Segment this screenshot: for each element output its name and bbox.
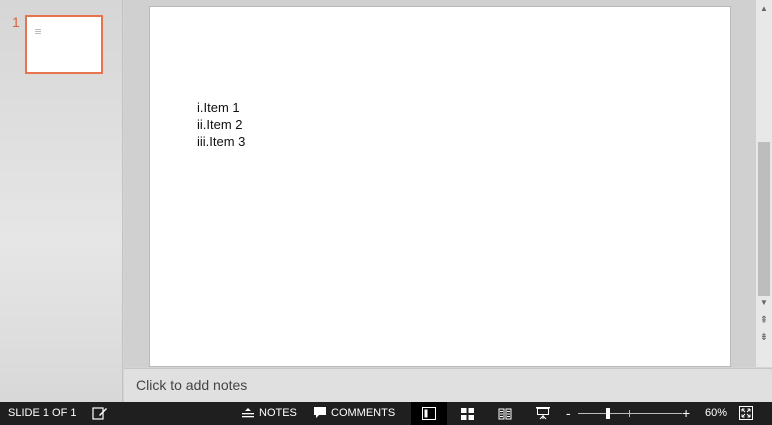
slide-editing-area: i.Item 1 ii.Item 2 iii.Item 3 — [124, 0, 772, 367]
zoom-in-button[interactable]: + — [682, 405, 690, 421]
notes-button[interactable]: NOTES — [242, 407, 297, 419]
comment-bubble-icon — [314, 407, 326, 418]
notes-placeholder[interactable]: Click to add notes — [136, 377, 247, 393]
slide-canvas[interactable]: i.Item 1 ii.Item 2 iii.Item 3 — [149, 6, 731, 367]
notes-pencil-icon[interactable] — [92, 405, 108, 421]
notes-icon — [242, 407, 254, 417]
slide-thumbnail-pane: 1 — [0, 0, 123, 402]
zoom-out-button[interactable]: - — [566, 405, 571, 421]
reading-view-icon — [498, 408, 512, 419]
notes-pane[interactable]: Click to add notes — [124, 368, 772, 402]
presentation-window: 1 i.Item 1 ii.Item 2 iii.Item 3 ▲ ▼ ⇞ ⇟ … — [0, 0, 772, 425]
slide-indicator: SLIDE 1 OF 1 — [8, 407, 77, 419]
fit-to-window-button[interactable] — [738, 405, 754, 421]
scroll-up-icon[interactable]: ▲ — [756, 2, 772, 16]
zoom-slider-handle[interactable] — [606, 408, 611, 419]
comments-label: COMMENTS — [331, 407, 396, 419]
zoom-slider-midpoint — [629, 410, 630, 417]
slide-sorter-icon — [460, 407, 474, 420]
normal-view-icon — [422, 407, 436, 420]
fit-to-window-icon — [739, 406, 753, 420]
zoom-percent[interactable]: 60% — [705, 407, 727, 419]
list-item[interactable]: ii.Item 2 — [197, 116, 245, 133]
slideshow-button[interactable] — [525, 402, 561, 425]
vertical-scrollbar[interactable]: ▲ ▼ ⇞ ⇟ — [755, 0, 772, 367]
slide-thumbnail-number: 1 — [12, 14, 20, 30]
status-bar: SLIDE 1 OF 1 NOTES COMMENTS - + 60% — [0, 402, 772, 425]
list-item[interactable]: i.Item 1 — [197, 99, 245, 116]
normal-view-button[interactable] — [411, 402, 447, 425]
scroll-down-icon[interactable]: ▼ — [756, 296, 772, 310]
notes-label: NOTES — [259, 407, 297, 419]
scrollbar-thumb[interactable] — [758, 142, 770, 296]
slide-thumbnail[interactable] — [25, 15, 103, 74]
slideshow-icon — [536, 407, 550, 420]
zoom-slider-track[interactable] — [578, 413, 682, 414]
slide-text-list[interactable]: i.Item 1 ii.Item 2 iii.Item 3 — [197, 99, 245, 150]
comments-button[interactable]: COMMENTS — [314, 407, 395, 419]
next-slide-icon[interactable]: ⇟ — [756, 331, 772, 345]
slide-sorter-button[interactable] — [449, 402, 485, 425]
thumbnail-content-preview — [35, 29, 41, 34]
reading-view-button[interactable] — [487, 402, 523, 425]
previous-slide-icon[interactable]: ⇞ — [756, 314, 772, 328]
list-item[interactable]: iii.Item 3 — [197, 133, 245, 150]
